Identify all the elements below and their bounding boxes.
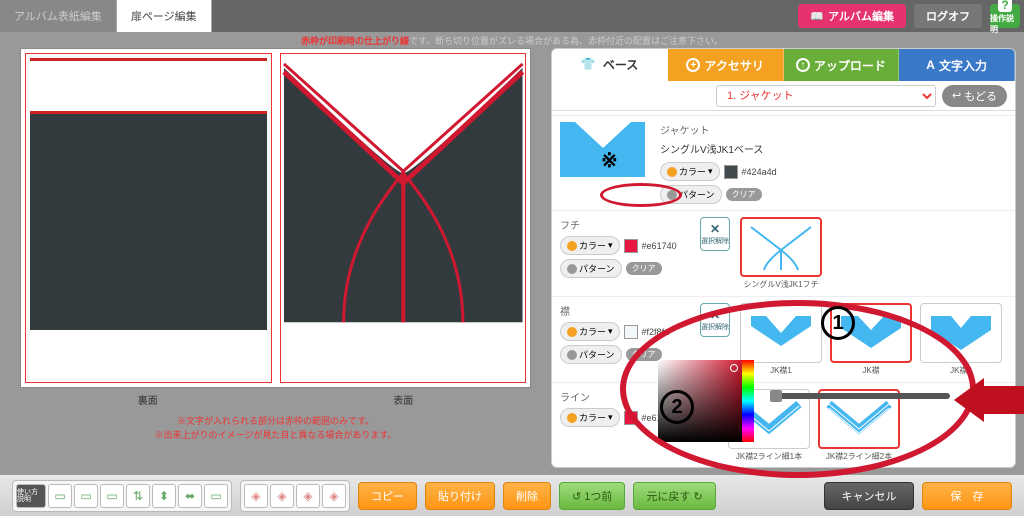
layer-tool-4[interactable]: ◈ [322,484,346,508]
align-tool-2[interactable]: ▭ [74,484,98,508]
annotation-arrow [954,378,1024,422]
section-fuchi-title: フチ [560,217,690,232]
paste-button[interactable]: 貼り付け [425,482,495,510]
usage-help-button[interactable]: 使い方 説明 [16,484,46,508]
back-button[interactable]: ↩ もどる [942,85,1007,107]
label-front: 表面 [276,392,532,407]
jacket-hex: #424a4d [742,167,777,177]
layer-tool-2[interactable]: ◈ [270,484,294,508]
plus-icon: + [686,58,700,72]
section-eri-title: 襟 [560,303,690,318]
eri-thumb-3[interactable] [920,303,1002,363]
question-icon [998,0,1012,12]
value-slider[interactable] [770,393,950,399]
tab-page-edit[interactable]: 扉ページ編集 [117,0,212,32]
page-back[interactable] [25,53,272,383]
delete-button[interactable]: 削除 [503,482,551,510]
layer-select[interactable]: 1. ジャケット [716,85,936,107]
picker-cursor[interactable] [730,364,738,372]
fuchi-thumb-1[interactable] [740,217,822,277]
page-front[interactable] [280,53,527,383]
fuchi-remove[interactable]: ✕選択解除 [700,217,730,251]
jacket-preview-svg [281,54,526,382]
jacket-subtitle: シングルV浅JK1ベース [660,141,1007,156]
layer-tool-1[interactable]: ◈ [244,484,268,508]
layer-tool-3[interactable]: ◈ [296,484,320,508]
line-color-chip[interactable]: カラー▾ [560,408,620,427]
jacket-color-chip[interactable]: カラー▾ [660,162,720,181]
eri-clear[interactable]: クリア [626,348,662,361]
section-jacket-title: ジャケット [660,122,1007,137]
eri-remove[interactable]: ✕選択解除 [700,303,730,337]
help-button[interactable]: 操作説明 [990,4,1020,28]
annotation-num-2: 2 [660,390,694,424]
fuchi-pattern-chip[interactable]: パターン [560,259,622,278]
upload-icon: ↑ [796,58,810,72]
eri-hex: #f2f8fa [642,327,670,337]
copy-button[interactable]: コピー [358,482,417,510]
design-canvas[interactable] [20,48,531,388]
rtab-base[interactable]: 👕 ベース [552,49,668,81]
rtab-text[interactable]: A文字入力 [899,49,1015,81]
hue-slider[interactable] [742,360,754,442]
tab-cover-edit[interactable]: アルバム表紙編集 [0,0,117,32]
fuchi-clear[interactable]: クリア [626,262,662,275]
book-icon [810,10,828,23]
fuchi-color-chip[interactable]: カラー▾ [560,236,620,255]
eri-color-chip[interactable]: カラー▾ [560,322,620,341]
album-edit-button[interactable]: アルバム編集 [798,4,906,28]
redo-button[interactable]: 元に戻す ↻ [633,482,715,510]
align-tool-7[interactable]: ▭ [204,484,228,508]
text-icon: A [926,58,935,72]
label-back: 裏面 [20,392,276,407]
canvas-notes: ※文字が入れられる部分は赤枠の範囲のみです。 ※出来上がりのイメージが見た目と異… [20,415,531,442]
align-tool-6[interactable]: ⬌ [178,484,202,508]
eri-thumb-1[interactable] [740,303,822,363]
save-button[interactable]: 保 存 [922,482,1012,510]
jacket-clear[interactable]: クリア [726,188,762,201]
rtab-upload[interactable]: ↑アップロード [784,49,900,81]
align-tool-5[interactable]: ⬍ [152,484,176,508]
line-swatch[interactable] [624,411,638,425]
rtab-accessory[interactable]: +アクセサリ [668,49,784,81]
align-tool-3[interactable]: ▭ [100,484,124,508]
jacket-pattern-chip[interactable]: パターン [660,185,722,204]
fuchi-hex: #e61740 [642,241,677,251]
cancel-button[interactable]: キャンセル [824,482,914,510]
align-tool-4[interactable]: ⇅ [126,484,150,508]
logoff-button[interactable]: ログオフ [914,4,982,28]
warning-bar: 赤枠が印刷時の仕上がり線です。断ち切り位置がズレる場合がある為、赤枠付近の配置は… [0,32,1024,48]
eri-swatch[interactable] [624,325,638,339]
align-tool-1[interactable]: ▭ [48,484,72,508]
fuchi-thumb-1-label: シングルV浅JK1フチ [743,279,818,290]
annotation-num-1: 1 [821,306,855,340]
eri-pattern-chip[interactable]: パターン [560,345,622,364]
annotation-star: ※ [601,148,618,173]
fuchi-swatch[interactable] [624,239,638,253]
undo-button[interactable]: ↺ 1つ前 [559,482,625,510]
right-panel: 👕 ベース +アクセサリ ↑アップロード A文字入力 1. ジャケット ↩ もど… [551,48,1016,468]
jacket-swatch[interactable] [724,165,738,179]
